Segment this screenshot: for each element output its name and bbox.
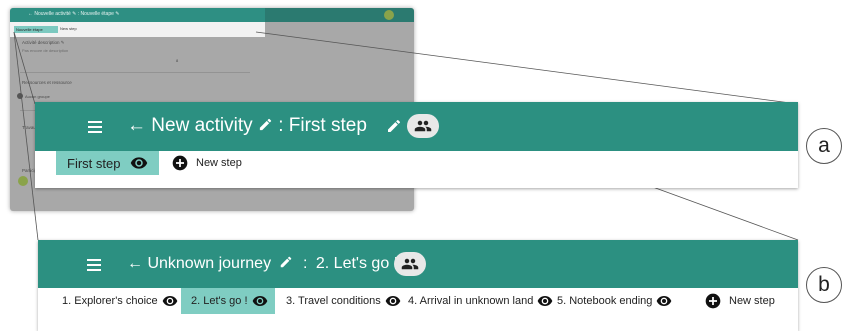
new-step-label: New step [196,157,242,169]
back-arrow-icon[interactable]: ← [127,255,143,272]
eye-icon[interactable] [162,293,178,309]
step-tab[interactable]: 2. Let's go ! [181,288,275,314]
step-title[interactable]: First step [289,115,367,136]
eye-icon[interactable] [385,293,401,309]
thumbnail-center-mark: 8 [176,58,179,63]
breadcrumb-separator: : [302,255,308,272]
breadcrumb: ← New activity : First step [127,115,367,137]
eye-icon[interactable] [130,154,148,172]
app-bar: ← Unknown journey : 2. Let's go ! [38,240,798,288]
activity-title[interactable]: New activity [151,115,252,136]
edit-icon[interactable] [279,255,293,269]
step-tab-label: 5. Notebook ending [557,295,653,307]
thumbnail-participant-avatar [18,176,28,186]
edit-icon[interactable] [386,118,402,134]
step-tab-label: 2. Let's go ! [191,295,248,307]
app-bar: ← New activity : First step [35,102,798,151]
steps-bar: First step New step [35,151,798,175]
menu-icon[interactable] [87,259,101,271]
step-tab[interactable]: 3. Travel conditions [286,288,401,314]
step-title[interactable]: 2. Let's go ! [316,255,398,272]
panel-label-a: a [806,128,842,164]
steps-bar: 1. Explorer's choice 2. Let's go ! 3. Tr… [38,288,798,314]
thumbnail-section-2-item: Aucun groupe [25,94,50,99]
step-tab-label: 3. Travel conditions [286,295,381,307]
zoom-panel-b: ← Unknown journey : 2. Let's go ! 1. Exp… [38,240,798,331]
group-icon [401,258,419,270]
eye-icon[interactable] [656,293,672,309]
thumbnail-step-2: New step [60,26,77,31]
step-tab[interactable]: 1. Explorer's choice [62,288,178,314]
breadcrumb-separator: : [278,115,284,136]
back-arrow-icon[interactable]: ← [127,115,146,136]
menu-icon[interactable] [88,121,102,133]
edit-icon[interactable] [258,117,273,132]
step-tab[interactable]: 5. Notebook ending [557,288,672,314]
step-tab[interactable]: 4. Arrival in unknown land [408,288,553,314]
zoom-line [649,185,799,241]
step-tab-label: 4. Arrival in unknown land [408,295,534,307]
thumbnail-radio [17,93,23,99]
step-tab[interactable]: First step [56,151,159,175]
thumbnail-avatar [384,10,394,20]
thumbnail-steps: Nouvelle étape New step [10,22,265,37]
step-tab-label: First step [67,155,121,171]
step-tab-label: 1. Explorer's choice [62,295,158,307]
thumbnail-section-1-sub: Pas encore de description [22,48,69,53]
new-step-label: New step [729,295,775,307]
add-circle-icon [705,293,721,309]
group-button[interactable] [394,252,426,276]
new-step-button[interactable]: New step [172,151,242,175]
thumbnail-step-1: Nouvelle étape [16,27,43,32]
zoom-panel-a: ← New activity : First step First step N… [35,102,798,188]
eye-icon[interactable] [252,293,268,309]
group-button[interactable] [407,114,439,138]
group-icon [414,120,432,132]
new-step-button[interactable]: New step [705,288,775,314]
thumbnail-title: ← Nouvelle activité ✎ : Nouvelle étape ✎ [28,11,120,17]
thumbnail-section-1: Activité description ✎ [22,40,65,45]
panel-label-b: b [806,267,842,303]
journey-title[interactable]: Unknown journey [147,255,271,272]
breadcrumb: ← Unknown journey : 2. Let's go ! [127,255,417,273]
thumbnail-section-2: Ressources et ressource [22,80,72,85]
eye-icon[interactable] [537,293,553,309]
add-circle-icon [172,155,188,171]
thumbnail-divider [20,72,250,73]
